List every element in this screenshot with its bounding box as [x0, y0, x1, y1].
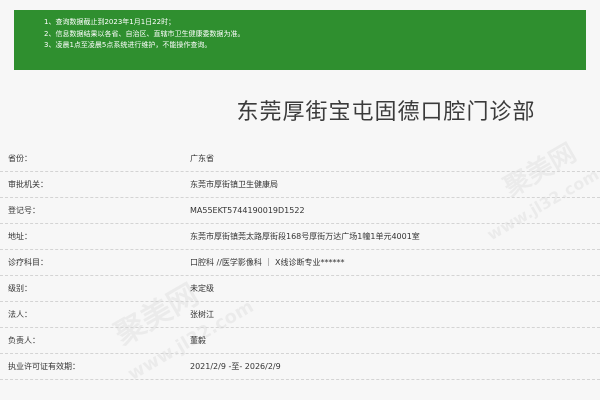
info-row-person-in-charge: 负责人： 董毅 [0, 328, 600, 354]
info-value: 2021/2/9 -至- 2026/2/9 [190, 362, 281, 371]
info-label: 法人： [8, 310, 32, 319]
info-row-departments: 诊疗科目： 口腔科 //医学影像科 ｜ X线诊断专业****** [0, 250, 600, 276]
info-value: 口腔科 //医学影像科 ｜ X线诊断专业****** [190, 258, 345, 267]
info-label: 诊疗科目： [8, 258, 48, 267]
page-title-text: 东莞厚街宝屯固德口腔门诊部 [236, 100, 536, 125]
info-row-approval-authority: 审批机关： 东莞市厚街镇卫生健康局 [0, 172, 600, 198]
info-row-level: 级别： 未定级 [0, 276, 600, 302]
notice-line-3: 3、凌晨1点至凌晨5点系统进行维护，不能操作查询。 [44, 41, 212, 49]
info-row-registration-number: 登记号： MA55EKT5744190019D1522 [0, 198, 600, 224]
notice-banner: 1、查询数据截止到2023年1月1日22时； 2、信息数据结果以各省、自治区、直… [14, 10, 586, 70]
info-value: 董毅 [190, 336, 206, 345]
info-row-license-validity: 执业许可证有效期： 2021/2/9 -至- 2026/2/9 [0, 354, 600, 380]
info-label: 登记号： [8, 206, 40, 215]
info-row-province: 省份： 广东省 [0, 146, 600, 172]
notice-line-1: 1、查询数据截止到2023年1月1日22时； [44, 18, 176, 26]
info-value: 东莞市厚街镇莞太路厚街段168号厚街万达广场1幢1单元4001室 [190, 232, 420, 241]
info-label: 地址： [8, 232, 32, 241]
info-label: 审批机关： [8, 180, 48, 189]
info-label: 级别： [8, 284, 32, 293]
notice-line-2: 2、信息数据结果以各省、自治区、直辖市卫生健康委数据为准。 [44, 29, 245, 38]
info-row-legal-person: 法人： 张树江 [0, 302, 600, 328]
info-row-address: 地址： 东莞市厚街镇莞太路厚街段168号厚街万达广场1幢1单元4001室 [0, 224, 600, 250]
info-label: 执业许可证有效期： [8, 362, 80, 371]
info-value: MA55EKT5744190019D1522 [190, 206, 305, 215]
info-value: 张树江 [190, 310, 214, 319]
info-label: 负责人： [8, 336, 40, 345]
info-value: 未定级 [190, 284, 214, 293]
page-title: 东莞厚街宝屯固德口腔门诊部 [0, 94, 600, 126]
info-label: 省份： [8, 154, 32, 163]
info-value: 广东省 [190, 154, 214, 163]
info-value: 东莞市厚街镇卫生健康局 [190, 180, 278, 189]
